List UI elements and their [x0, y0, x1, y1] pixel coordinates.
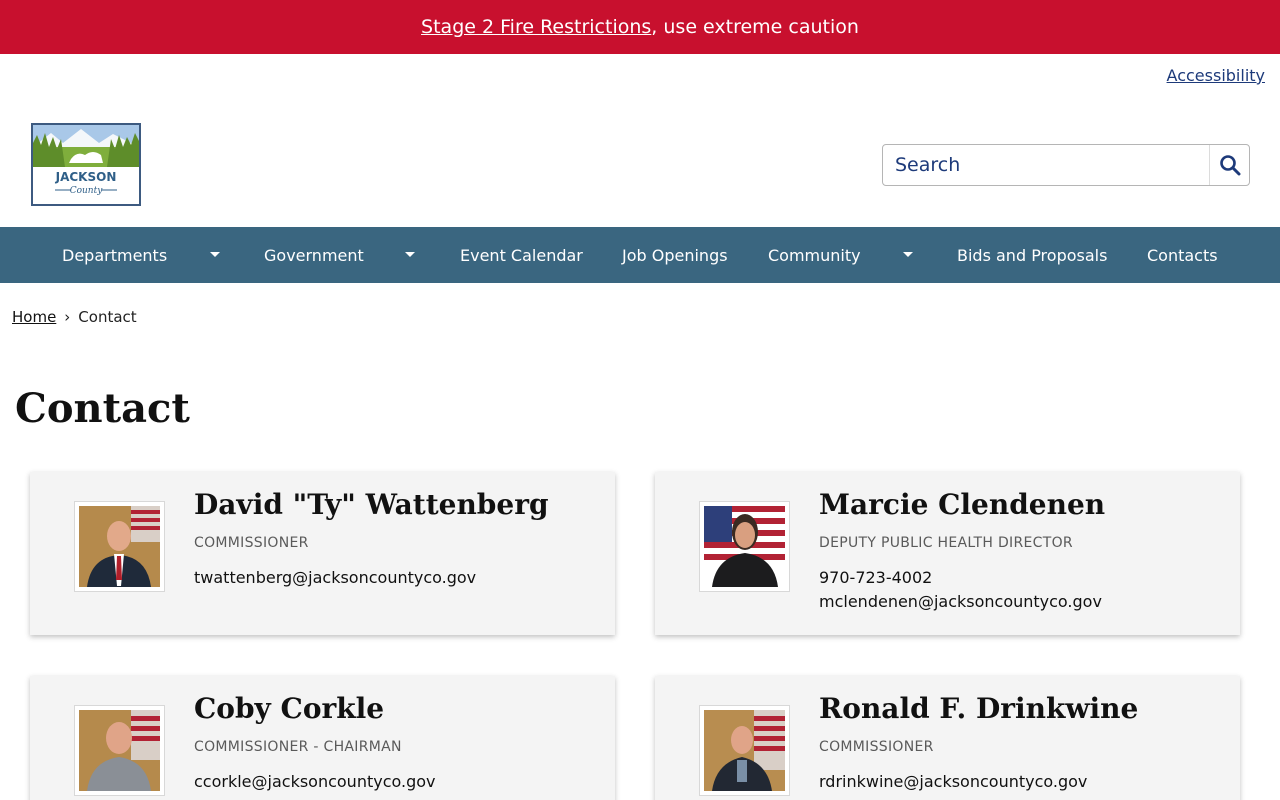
- jackson-county-logo[interactable]: JACKSON County: [31, 123, 141, 206]
- contact-photo: [699, 501, 790, 592]
- contact-name: David "Ty" Wattenberg: [194, 488, 549, 521]
- svg-text:County: County: [70, 186, 104, 196]
- search-button[interactable]: [1209, 145, 1249, 185]
- contact-role: Commissioner: [194, 535, 309, 551]
- community-chevron-down-icon[interactable]: [903, 252, 913, 257]
- breadcrumb: Home › Contact: [12, 308, 137, 326]
- contact-email[interactable]: mclendenen@jacksoncountyco.gov: [819, 592, 1102, 611]
- breadcrumb-current: Contact: [78, 308, 137, 326]
- main-nav: Departments Government Event Calendar Jo…: [0, 227, 1280, 283]
- nav-community[interactable]: Community: [768, 227, 861, 283]
- contact-email[interactable]: ccorkle@jacksoncountyco.gov: [194, 772, 436, 791]
- contact-name: Ronald F. Drinkwine: [819, 692, 1139, 725]
- breadcrumb-home-link[interactable]: Home: [12, 308, 56, 326]
- nav-bids-and-proposals[interactable]: Bids and Proposals: [957, 227, 1107, 283]
- svg-text:JACKSON: JACKSON: [55, 170, 117, 184]
- fire-restrictions-alert: Stage 2 Fire Restrictions , use extreme …: [0, 0, 1280, 54]
- page-title: Contact: [15, 385, 190, 432]
- contact-role: Commissioner - Chairman: [194, 739, 402, 755]
- nav-contacts[interactable]: Contacts: [1147, 227, 1218, 283]
- contact-photo: [699, 705, 790, 796]
- contact-name: Coby Corkle: [194, 692, 385, 725]
- government-chevron-down-icon[interactable]: [405, 252, 415, 257]
- search-box: [882, 144, 1250, 186]
- contact-photo: [74, 705, 165, 796]
- contact-email[interactable]: rdrinkwine@jacksoncountyco.gov: [819, 772, 1087, 791]
- contact-card: David "Ty" Wattenberg Commissioner twatt…: [30, 472, 615, 635]
- contact-photo: [74, 501, 165, 592]
- contact-card: Ronald F. Drinkwine Commissioner rdrinkw…: [655, 676, 1240, 800]
- contact-role: Deputy Public Health Director: [819, 535, 1073, 551]
- accessibility-link[interactable]: Accessibility: [1167, 66, 1265, 85]
- contact-card: Coby Corkle Commissioner - Chairman ccor…: [30, 676, 615, 800]
- fire-restrictions-link[interactable]: Stage 2 Fire Restrictions: [421, 16, 651, 38]
- alert-message: , use extreme caution: [651, 16, 859, 38]
- search-icon: [1219, 155, 1240, 176]
- contact-phone[interactable]: 970-723-4002: [819, 568, 932, 587]
- contact-card: Marcie Clendenen Deputy Public Health Di…: [655, 472, 1240, 635]
- contact-role: Commissioner: [819, 739, 934, 755]
- contact-name: Marcie Clendenen: [819, 488, 1106, 521]
- departments-chevron-down-icon[interactable]: [210, 252, 220, 257]
- nav-government[interactable]: Government: [264, 227, 364, 283]
- contact-email[interactable]: twattenberg@jacksoncountyco.gov: [194, 568, 476, 587]
- nav-event-calendar[interactable]: Event Calendar: [460, 227, 583, 283]
- search-input[interactable]: [883, 146, 1203, 184]
- breadcrumb-separator: ›: [64, 308, 71, 326]
- nav-departments[interactable]: Departments: [62, 227, 167, 283]
- nav-job-openings[interactable]: Job Openings: [622, 227, 728, 283]
